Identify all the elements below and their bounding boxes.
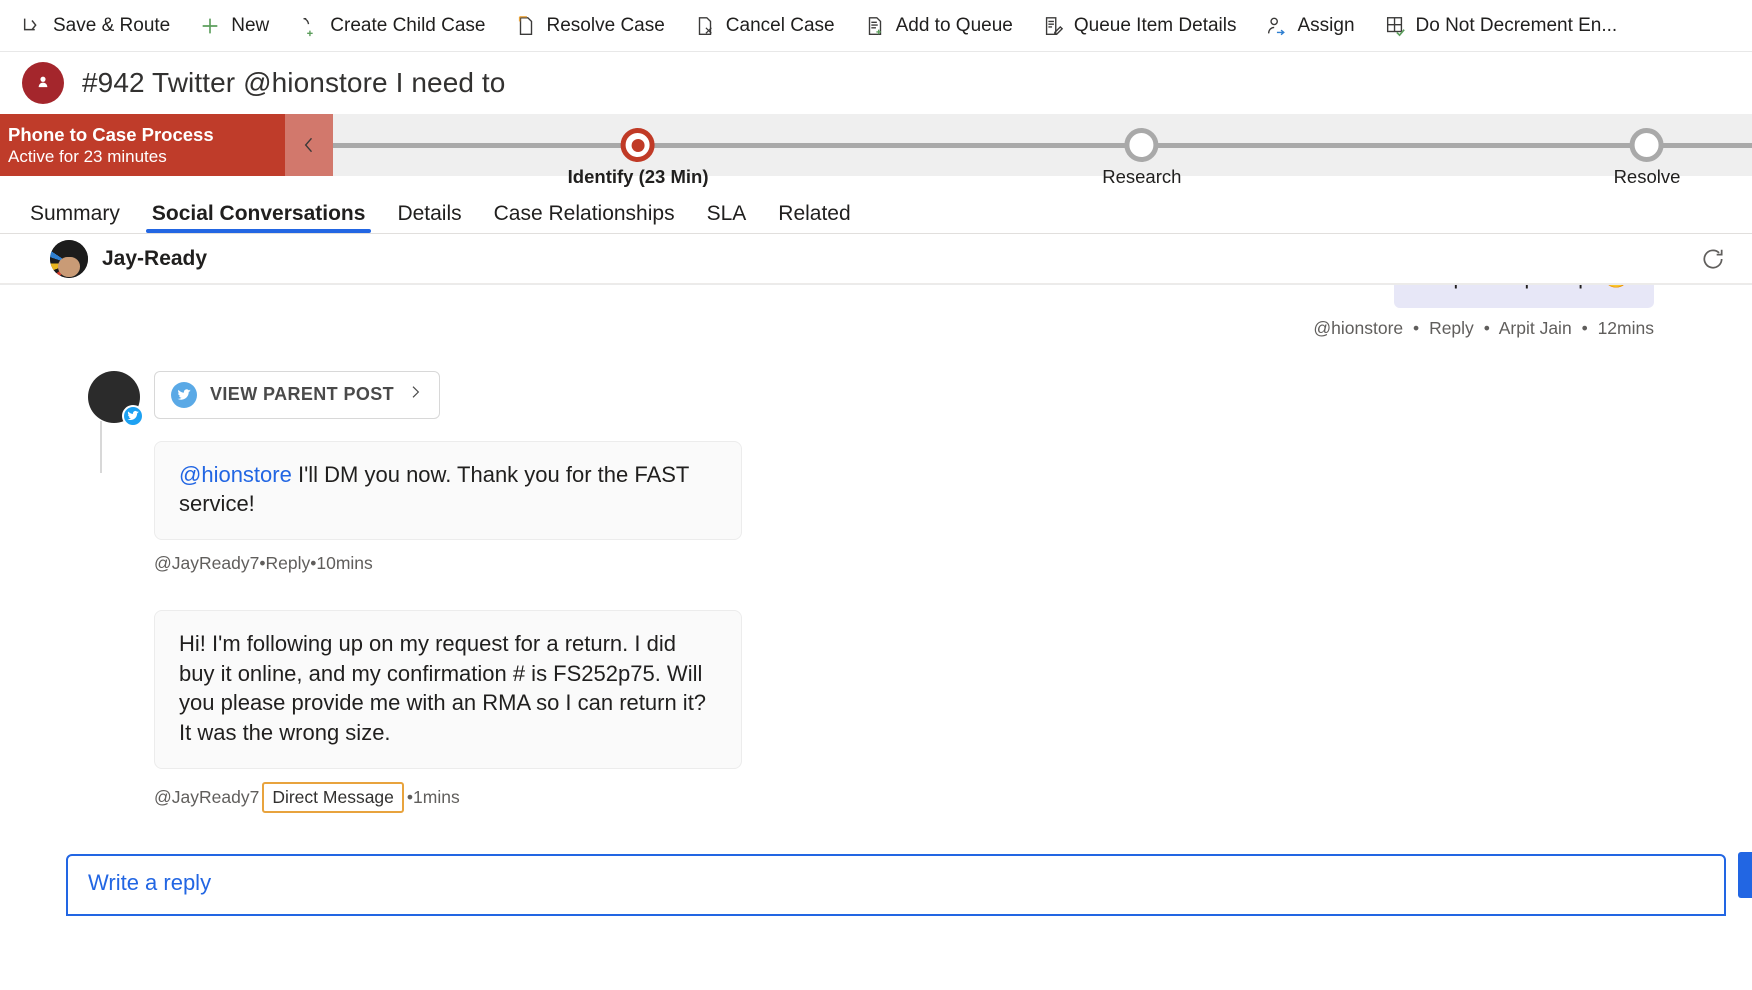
process-collapse-button[interactable] (285, 114, 333, 176)
message-thread[interactable]: wrap this up asap. 🤩 @hionstore • Reply … (0, 284, 1752, 916)
create-child-case-icon (297, 14, 321, 38)
message-bubble: @hionstore I'll DM you now. Thank you fo… (154, 440, 742, 541)
incoming-content: VIEW PARENT POST @hionstore I'll DM you … (154, 370, 1726, 813)
meta-handle: @JayReady7 (154, 786, 260, 807)
case-person-icon (22, 62, 64, 104)
direct-message-badge: Direct Message (262, 781, 404, 813)
view-parent-post-label: VIEW PARENT POST (210, 384, 395, 405)
stage-label: Identify (23 Min) (567, 166, 709, 187)
process-status: Active for 23 minutes (8, 146, 167, 166)
meta-action: Reply (265, 553, 311, 574)
command-do-not-decrement-entitlement-terms[interactable]: Do Not Decrement En... (1369, 8, 1632, 44)
meta-handle: @hionstore (1313, 317, 1404, 338)
message-meta: @JayReady7 • Reply • 10mins (154, 553, 373, 574)
meta-action: Reply (1429, 317, 1474, 338)
social-conversation-panel: Jay-Ready wrap this up asap. 🤩 @hionstor… (0, 234, 1752, 916)
command-cancel-case[interactable]: Cancel Case (679, 8, 849, 44)
mention[interactable]: @hionstore (179, 462, 292, 487)
stage-node (1629, 128, 1664, 162)
refresh-icon[interactable] (1700, 246, 1726, 272)
command-label: New (231, 15, 270, 36)
tab-related[interactable]: Related (762, 203, 866, 233)
record-header: #942 Twitter @hionstore I need to (0, 52, 1752, 114)
command-label: Add to Queue (895, 15, 1013, 36)
command-resolve-case[interactable]: Resolve Case (500, 8, 679, 44)
avatar (50, 239, 88, 278)
message-outgoing: wrap this up asap. 🤩 @hionstore • Reply … (0, 284, 1726, 339)
process-stage-research[interactable]: Research (1102, 114, 1181, 188)
command-add-to-queue[interactable]: Add to Queue (849, 8, 1027, 44)
view-parent-post-button[interactable]: VIEW PARENT POST (154, 370, 441, 419)
twitter-icon (171, 381, 197, 408)
command-label: Queue Item Details (1073, 15, 1237, 36)
stage-node-active (621, 128, 656, 162)
side-panel-handle[interactable] (1738, 852, 1752, 898)
avatar-column (88, 370, 154, 813)
process-track-line (333, 143, 1752, 148)
command-save-and-route[interactable]: Save & Route (6, 8, 184, 44)
add-to-queue-icon (863, 14, 887, 38)
save-and-route-icon (20, 14, 44, 38)
tab-summary[interactable]: Summary (14, 203, 136, 233)
stage-node (1124, 128, 1159, 162)
chevron-left-icon (299, 134, 319, 156)
plus-icon (198, 14, 222, 38)
meta-time: 1mins (413, 786, 460, 807)
command-new[interactable]: New (184, 8, 283, 44)
process-header[interactable]: Phone to Case Process Active for 23 minu… (0, 114, 285, 176)
message-meta: @JayReady7 Direct Message • 1mins (154, 781, 1726, 813)
process-stage-track: Identify (23 Min) Research Resolve (333, 114, 1752, 187)
page-title: #942 Twitter @hionstore I need to (82, 67, 506, 98)
message-text: Hi! I'm following up on my request for a… (179, 631, 707, 746)
meta-handle: @JayReady7 (154, 553, 260, 574)
meta-author: Arpit Jain (1498, 317, 1572, 338)
process-stage-resolve[interactable]: Resolve (1613, 114, 1681, 188)
command-label: Assign (1297, 15, 1355, 36)
reply-input[interactable]: Write a reply (66, 854, 1726, 916)
conversation-title: Jay-Ready (102, 246, 208, 270)
stage-label: Resolve (1613, 166, 1681, 187)
command-label: Save & Route (53, 15, 171, 36)
command-assign[interactable]: Assign (1250, 8, 1368, 44)
tab-case-relationships[interactable]: Case Relationships (478, 203, 691, 233)
tab-social-conversations[interactable]: Social Conversations (136, 203, 382, 233)
meta-time: 10mins (316, 553, 373, 574)
assign-icon (1264, 14, 1288, 38)
command-queue-item-details[interactable]: Queue Item Details (1027, 8, 1251, 44)
meta-time: 12mins (1597, 317, 1654, 338)
command-bar: Save & Route New Create Child Case Resol… (0, 0, 1752, 52)
twitter-verified-icon (122, 404, 144, 427)
message-bubble: Hi! I'm following up on my request for a… (154, 610, 742, 769)
chevron-right-icon (407, 383, 423, 406)
conversation-header: Jay-Ready (0, 234, 1752, 284)
command-label: Cancel Case (725, 15, 835, 36)
stage-label: Research (1102, 166, 1182, 187)
do-not-decrement-icon (1383, 14, 1407, 38)
business-process-flow: Phone to Case Process Active for 23 minu… (0, 114, 1752, 187)
tab-details[interactable]: Details (381, 203, 477, 233)
reply-area: Write a reply (66, 854, 1726, 916)
process-stage-identify[interactable]: Identify (23 Min) (567, 114, 709, 188)
command-label: Resolve Case (546, 15, 665, 36)
queue-item-details-icon (1041, 14, 1065, 38)
process-name: Phone to Case Process (8, 123, 214, 145)
cancel-case-icon (693, 14, 717, 38)
resolve-case-icon (514, 14, 538, 38)
message-bubble: wrap this up asap. 🤩 (1393, 284, 1654, 308)
message-meta: @hionstore • Reply • Arpit Jain • 12mins (1313, 317, 1654, 338)
command-create-child-case[interactable]: Create Child Case (283, 8, 499, 44)
command-label: Create Child Case (330, 15, 486, 36)
command-label: Do Not Decrement En... (1415, 15, 1618, 36)
tab-bar: Summary Social Conversations Details Cas… (0, 176, 1752, 234)
message-incoming-group: VIEW PARENT POST @hionstore I'll DM you … (0, 370, 1726, 813)
tab-sla[interactable]: SLA (691, 203, 763, 233)
